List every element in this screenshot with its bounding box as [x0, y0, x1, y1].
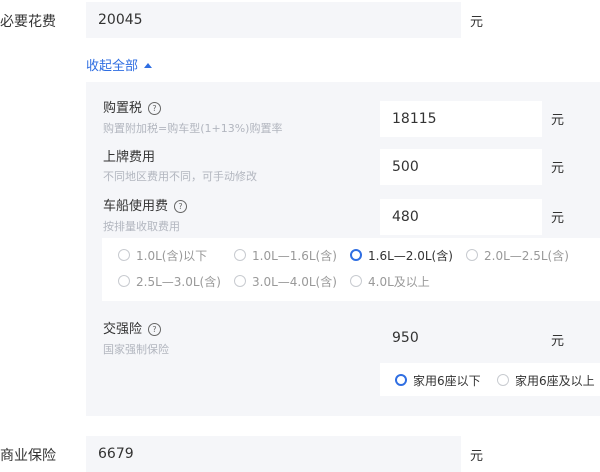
displacement-option[interactable]: 3.0L—4.0L(含) [234, 273, 337, 290]
radio-checked-icon [395, 374, 407, 386]
radio-circle-icon [118, 275, 130, 287]
license-fee-field[interactable]: 500 [380, 149, 542, 185]
commercial-insurance-unit: 元 [470, 449, 484, 464]
license-fee-unit: 元 [551, 161, 565, 176]
compulsory-insurance-subtitle: 国家强制保险 [103, 343, 169, 356]
displacement-option[interactable]: 1.0L—1.6L(含) [234, 247, 337, 264]
compulsory-insurance-unit: 元 [551, 334, 565, 349]
seat-option-selected[interactable]: 家用6座以下 [395, 372, 481, 389]
radio-circle-icon [118, 249, 130, 261]
compulsory-insurance-field[interactable]: 950 [380, 320, 542, 356]
license-fee-subtitle: 不同地区费用不同，可手动修改 [103, 170, 257, 183]
question-circle-icon[interactable]: ? [148, 102, 162, 115]
displacement-option[interactable]: 2.5L—3.0L(含) [118, 273, 221, 290]
caret-up-icon [144, 63, 153, 68]
purchase-tax-subtitle: 购置附加税=购车型(1+13%)购置率 [103, 122, 283, 135]
necessary-cost-unit: 元 [470, 15, 484, 30]
compulsory-insurance-title: 交强险? [103, 318, 162, 337]
question-circle-icon[interactable]: ? [148, 323, 162, 336]
radio-circle-icon [350, 275, 362, 287]
commercial-insurance-field[interactable]: 6679 [86, 436, 461, 472]
vehicle-tax-title: 车船使用费? [103, 195, 188, 214]
displacement-option[interactable]: 4.0L及以上 [350, 273, 430, 290]
purchase-tax-title: 购置税? [103, 97, 162, 116]
purchase-tax-field[interactable]: 18115 [380, 101, 542, 137]
seat-option[interactable]: 家用6座及以上 [497, 372, 595, 389]
radio-circle-icon [497, 374, 509, 386]
vehicle-tax-unit: 元 [551, 211, 565, 226]
necessary-cost-label: 必要花费 [0, 14, 56, 30]
commercial-insurance-label: 商业保险 [0, 448, 56, 464]
displacement-option[interactable]: 1.0L(含)以下 [118, 247, 207, 264]
license-fee-title: 上牌费用 [103, 150, 156, 165]
collapse-all-label: 收起全部 [86, 59, 139, 74]
displacement-option[interactable]: 2.0L—2.5L(含) [466, 247, 569, 264]
necessary-cost-field[interactable]: 20045 [86, 2, 461, 38]
displacement-option-selected[interactable]: 1.6L—2.0L(含) [350, 247, 453, 264]
radio-circle-icon [234, 275, 246, 287]
radio-circle-icon [466, 249, 478, 261]
seat-options: 家用6座以下 家用6座及以上 [380, 363, 600, 396]
displacement-options: 1.0L(含)以下 1.0L—1.6L(含) 1.6L—2.0L(含) 2.0L… [102, 238, 600, 301]
purchase-tax-unit: 元 [551, 113, 565, 128]
radio-checked-icon [350, 249, 362, 261]
collapse-all-toggle[interactable]: 收起全部 [86, 55, 153, 74]
question-circle-icon[interactable]: ? [174, 200, 188, 213]
vehicle-tax-title-text: 车船使用费 [103, 199, 169, 214]
purchase-tax-title-text: 购置税 [103, 101, 143, 116]
vehicle-tax-subtitle: 按排量收取费用 [103, 220, 180, 233]
radio-circle-icon [234, 249, 246, 261]
vehicle-tax-field[interactable]: 480 [380, 199, 542, 235]
compulsory-insurance-title-text: 交强险 [103, 322, 143, 337]
